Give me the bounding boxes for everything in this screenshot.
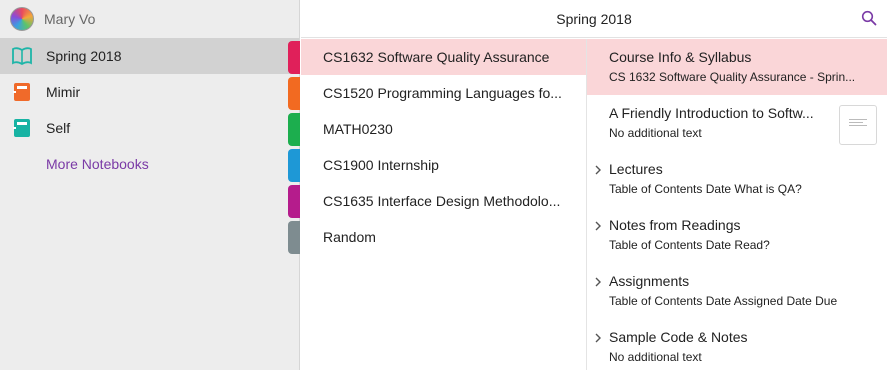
section-item[interactable]: CS1632 Software Quality Assurance — [301, 39, 586, 75]
page-item-title: A Friendly Introduction to Softw... — [609, 105, 814, 121]
section-item[interactable]: MATH0230 — [301, 111, 586, 147]
notebook-pane: Mary Vo Spring 2018 Mimir Self More Note… — [0, 0, 300, 370]
page-item-title: Lectures — [609, 161, 663, 177]
notebook-icon — [12, 118, 32, 138]
page-item-title: Notes from Readings — [609, 217, 741, 233]
page-item-title: Course Info & Syllabus — [609, 49, 752, 65]
page-item[interactable]: Sample Code & Notes No additional text — [587, 319, 887, 370]
section-tab-math0230[interactable] — [288, 113, 300, 146]
page-item[interactable]: Notes from Readings Table of Contents Da… — [587, 207, 887, 263]
page-list: Course Info & Syllabus CS 1632 Software … — [586, 39, 887, 370]
page-item-title: Sample Code & Notes — [609, 329, 748, 345]
notebook-item-mimir[interactable]: Mimir — [0, 74, 299, 110]
notebook-open-icon — [12, 46, 32, 66]
page-item[interactable]: Lectures Table of Contents Date What is … — [587, 151, 887, 207]
notebook-icon — [12, 82, 32, 102]
chevron-right-icon[interactable] — [593, 275, 603, 287]
section-tab-random[interactable] — [288, 221, 300, 254]
notebook-item-spring-2018[interactable]: Spring 2018 — [0, 38, 299, 74]
section-item[interactable]: CS1900 Internship — [301, 147, 586, 183]
section-tab-cs1900[interactable] — [288, 149, 300, 182]
notebook-item-self[interactable]: Self — [0, 110, 299, 146]
chevron-right-icon[interactable] — [593, 163, 603, 175]
page-item-preview: CS 1632 Software Quality Assurance - Spr… — [609, 70, 856, 84]
chevron-right-icon[interactable] — [593, 331, 603, 343]
search-icon[interactable] — [861, 10, 877, 26]
section-list: CS1632 Software Quality Assurance CS1520… — [301, 39, 586, 370]
section-item[interactable]: Random — [301, 219, 586, 255]
avatar[interactable] — [10, 7, 34, 31]
section-tab-cs1632[interactable] — [288, 41, 300, 74]
more-notebooks-link[interactable]: More Notebooks — [0, 146, 299, 182]
notebook-label: Mimir — [46, 84, 81, 100]
page-item-preview: Table of Contents Date What is QA? — [609, 182, 802, 196]
user-name: Mary Vo — [44, 11, 96, 27]
page-item[interactable]: A Friendly Introduction to Softw... No a… — [587, 95, 887, 151]
page-item-title: Assignments — [609, 273, 690, 289]
page-item[interactable]: Assignments Table of Contents Date Assig… — [587, 263, 887, 319]
section-tab-cs1520[interactable] — [288, 77, 300, 110]
notebook-label: Spring 2018 — [46, 48, 122, 64]
page-item-preview: No additional text — [609, 350, 702, 364]
chevron-right-icon[interactable] — [593, 219, 603, 231]
section-tab-cs1635[interactable] — [288, 185, 300, 218]
notebook-label: Self — [46, 120, 71, 136]
page-item-preview: Table of Contents Date Read? — [609, 238, 770, 252]
section-item[interactable]: CS1520 Programming Languages fo... — [301, 75, 586, 111]
page-item-preview: No additional text — [609, 126, 702, 140]
header-bar: Spring 2018 — [301, 0, 887, 38]
page-thumbnail — [839, 105, 877, 145]
user-account[interactable]: Mary Vo — [0, 0, 299, 38]
page-item-preview: Table of Contents Date Assigned Date Due — [609, 294, 838, 308]
page-item[interactable]: Course Info & Syllabus CS 1632 Software … — [587, 39, 887, 95]
page-title: Spring 2018 — [556, 11, 632, 27]
section-item[interactable]: CS1635 Interface Design Methodolo... — [301, 183, 586, 219]
